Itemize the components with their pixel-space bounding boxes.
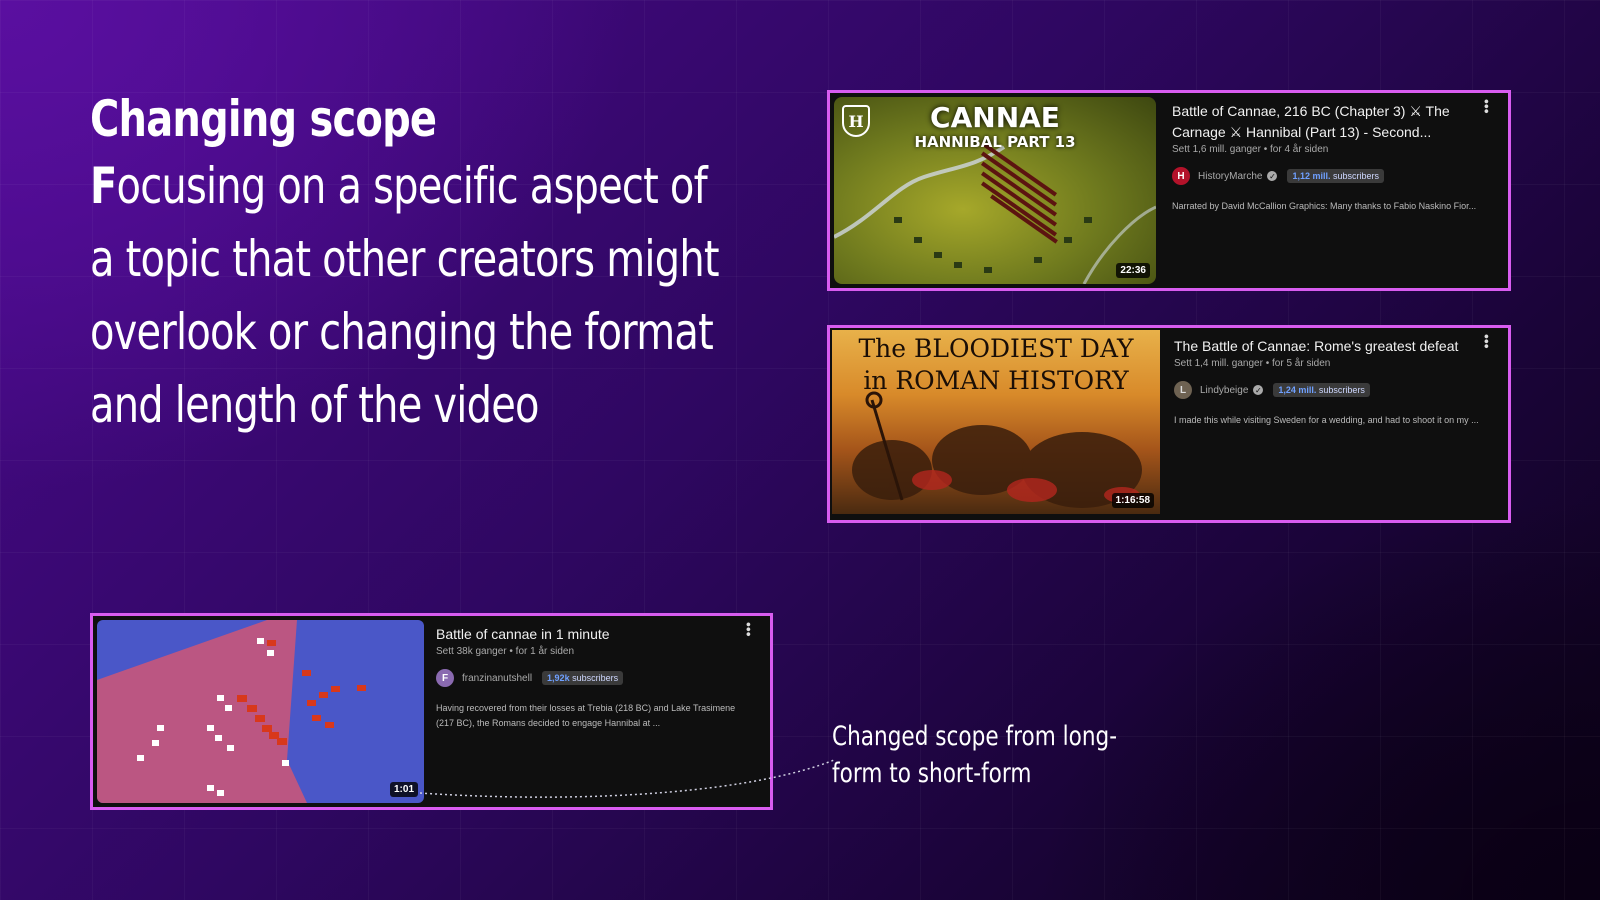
video-title[interactable]: Battle of cannae in 1 minute	[436, 624, 760, 645]
slide-body-first-letter: F	[90, 157, 117, 215]
subscriber-count: 1,24 mill.	[1278, 385, 1317, 395]
channel-name[interactable]: HistoryMarche	[1198, 171, 1262, 182]
video-card-historymarche[interactable]: H CANNAE HANNIBAL PART 13 22:36 Battle o…	[827, 90, 1511, 291]
video-title[interactable]: The Battle of Cannae: Rome's greatest de…	[1174, 336, 1498, 357]
subscriber-count: 1,92k	[547, 673, 570, 683]
video-thumbnail[interactable]: H CANNAE HANNIBAL PART 13 22:36	[834, 97, 1156, 284]
channel-name[interactable]: Lindybeige	[1200, 385, 1248, 396]
video-card-lindybeige[interactable]: The BLOODIEST DAY in ROMAN HISTORY 1:16:…	[827, 325, 1511, 523]
subscriber-label: subscribers	[572, 673, 619, 683]
avatar[interactable]: H	[1172, 167, 1190, 185]
avatar[interactable]: L	[1174, 381, 1192, 399]
video-description: Narrated by David McCallion Graphics: Ma…	[1172, 201, 1477, 211]
channel-row[interactable]: F franzinanutshell 1,92k subscribers	[436, 669, 760, 687]
subscriber-label: subscribers	[1333, 171, 1380, 181]
video-meta: Sett 38k ganger • for 1 år siden	[436, 646, 575, 657]
slide-title: Changing scope	[90, 90, 437, 148]
subscriber-label: subscribers	[1318, 385, 1365, 395]
video-thumbnail[interactable]: The BLOODIEST DAY in ROMAN HISTORY 1:16:…	[832, 330, 1160, 514]
video-description: Having recovered from their losses at Tr…	[436, 703, 736, 728]
thumbnail-title-line-1: The BLOODIEST DAY	[858, 334, 1134, 363]
thumbnail-title: CANNAE	[930, 101, 1060, 134]
video-duration: 1:16:58	[1111, 493, 1154, 508]
subscriber-count: 1,12 mill.	[1292, 171, 1331, 181]
video-info: Battle of cannae in 1 minute Sett 38k ga…	[424, 616, 770, 807]
more-vertical-icon[interactable]: •••	[741, 622, 757, 637]
video-meta: Sett 1,4 mill. ganger • for 5 år siden	[1174, 358, 1331, 369]
video-title[interactable]: Battle of Cannae, 216 BC (Chapter 3) ⚔ T…	[1172, 101, 1498, 143]
video-duration: 22:36	[1116, 263, 1150, 278]
video-thumbnail[interactable]: 1:01	[97, 620, 424, 803]
video-info: Battle of Cannae, 216 BC (Chapter 3) ⚔ T…	[1160, 93, 1508, 288]
subscriber-badge: 1,12 mill. subscribers	[1287, 169, 1385, 183]
avatar[interactable]: F	[436, 669, 454, 687]
verified-check-icon: ✓	[1267, 171, 1278, 181]
headline-block: Changing scope Focusing on a specific as…	[90, 88, 730, 442]
battle-map-illustration	[97, 620, 366, 803]
subscriber-badge: 1,92k subscribers	[542, 671, 624, 685]
subscriber-badge: 1,24 mill. subscribers	[1273, 383, 1370, 397]
video-card-franzinanutshell[interactable]: 1:01 Battle of cannae in 1 minute Sett 3…	[90, 613, 773, 810]
slide-body: Focusing on a specific aspect of a topic…	[90, 150, 722, 442]
video-info: The Battle of Cannae: Rome's greatest de…	[1162, 328, 1508, 520]
verified-check-icon: ✓	[1253, 385, 1264, 395]
video-meta: Sett 1,6 mill. ganger • for 4 år siden	[1172, 144, 1329, 155]
channel-row[interactable]: H HistoryMarche ✓ 1,12 mill. subscribers	[1172, 167, 1498, 185]
video-duration: 1:01	[389, 782, 418, 797]
more-vertical-icon[interactable]: •••	[1479, 334, 1495, 349]
channel-name[interactable]: franzinanutshell	[462, 673, 532, 684]
annotation-text: Changed scope from long-form to short-fo…	[832, 721, 1118, 789]
video-description: I made this while visiting Sweden for a …	[1174, 415, 1479, 425]
thumbnail-title-line-2: in ROMAN HISTORY	[863, 366, 1129, 395]
channel-row[interactable]: L Lindybeige ✓ 1,24 mill. subscribers	[1174, 381, 1498, 399]
thumbnail-subtitle: HANNIBAL PART 13	[914, 133, 1076, 151]
slide-body-text: ocusing on a specific aspect of a topic …	[90, 157, 720, 434]
more-vertical-icon[interactable]: •••	[1479, 99, 1495, 114]
